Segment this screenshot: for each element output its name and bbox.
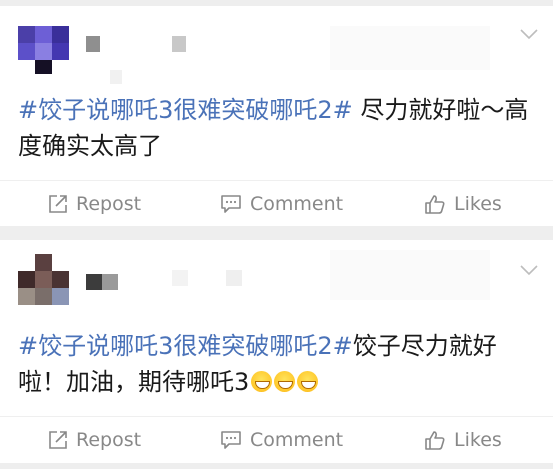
comment-button[interactable]: Comment [220, 425, 343, 455]
post-header [0, 6, 553, 86]
action-bar: Repost Comment Likes [0, 416, 553, 463]
feed-post: #饺子说哪吒3很难突破哪吒2# 尽力就好啦～高度确实太高了 Repost Com… [0, 6, 553, 226]
post-content: #饺子说哪吒3很难突破哪吒2# 尽力就好啦～高度确实太高了 [18, 92, 538, 164]
repost-button[interactable]: Repost [48, 425, 141, 455]
avatar[interactable] [18, 254, 70, 306]
action-bar: Repost Comment Likes [0, 180, 553, 227]
like-button[interactable]: Likes [424, 425, 502, 455]
chevron-down-icon[interactable] [519, 28, 539, 40]
repost-button[interactable]: Repost [48, 189, 141, 219]
grin-emoji [274, 371, 296, 392]
post-content: #饺子说哪吒3很难突破哪吒2#饺子尽力就好啦！加油，期待哪吒3 [18, 328, 538, 400]
avatar[interactable] [18, 26, 70, 78]
comment-label: Comment [250, 193, 344, 215]
grin-emoji [251, 371, 273, 392]
like-button[interactable]: Likes [424, 189, 502, 219]
comment-label: Comment [250, 429, 344, 451]
grin-emoji [297, 371, 319, 392]
thumbs-up-icon [425, 195, 445, 214]
repost-icon [49, 195, 67, 213]
comment-icon [221, 431, 241, 449]
repost-label: Repost [76, 429, 142, 451]
post-header [0, 240, 553, 320]
likes-label: Likes [454, 193, 502, 215]
repost-icon [49, 431, 67, 449]
hashtag-link[interactable]: #饺子说哪吒3很难突破哪吒2# [18, 332, 353, 360]
comment-icon [221, 195, 241, 213]
chevron-down-icon[interactable] [519, 264, 539, 276]
feed-post: #饺子说哪吒3很难突破哪吒2#饺子尽力就好啦！加油，期待哪吒3 Repost C… [0, 240, 553, 463]
hashtag-link[interactable]: #饺子说哪吒3很难突破哪吒2# [18, 96, 353, 124]
thumbs-up-icon [425, 431, 445, 450]
comment-button[interactable]: Comment [220, 189, 343, 219]
likes-label: Likes [454, 429, 502, 451]
repost-label: Repost [76, 193, 142, 215]
